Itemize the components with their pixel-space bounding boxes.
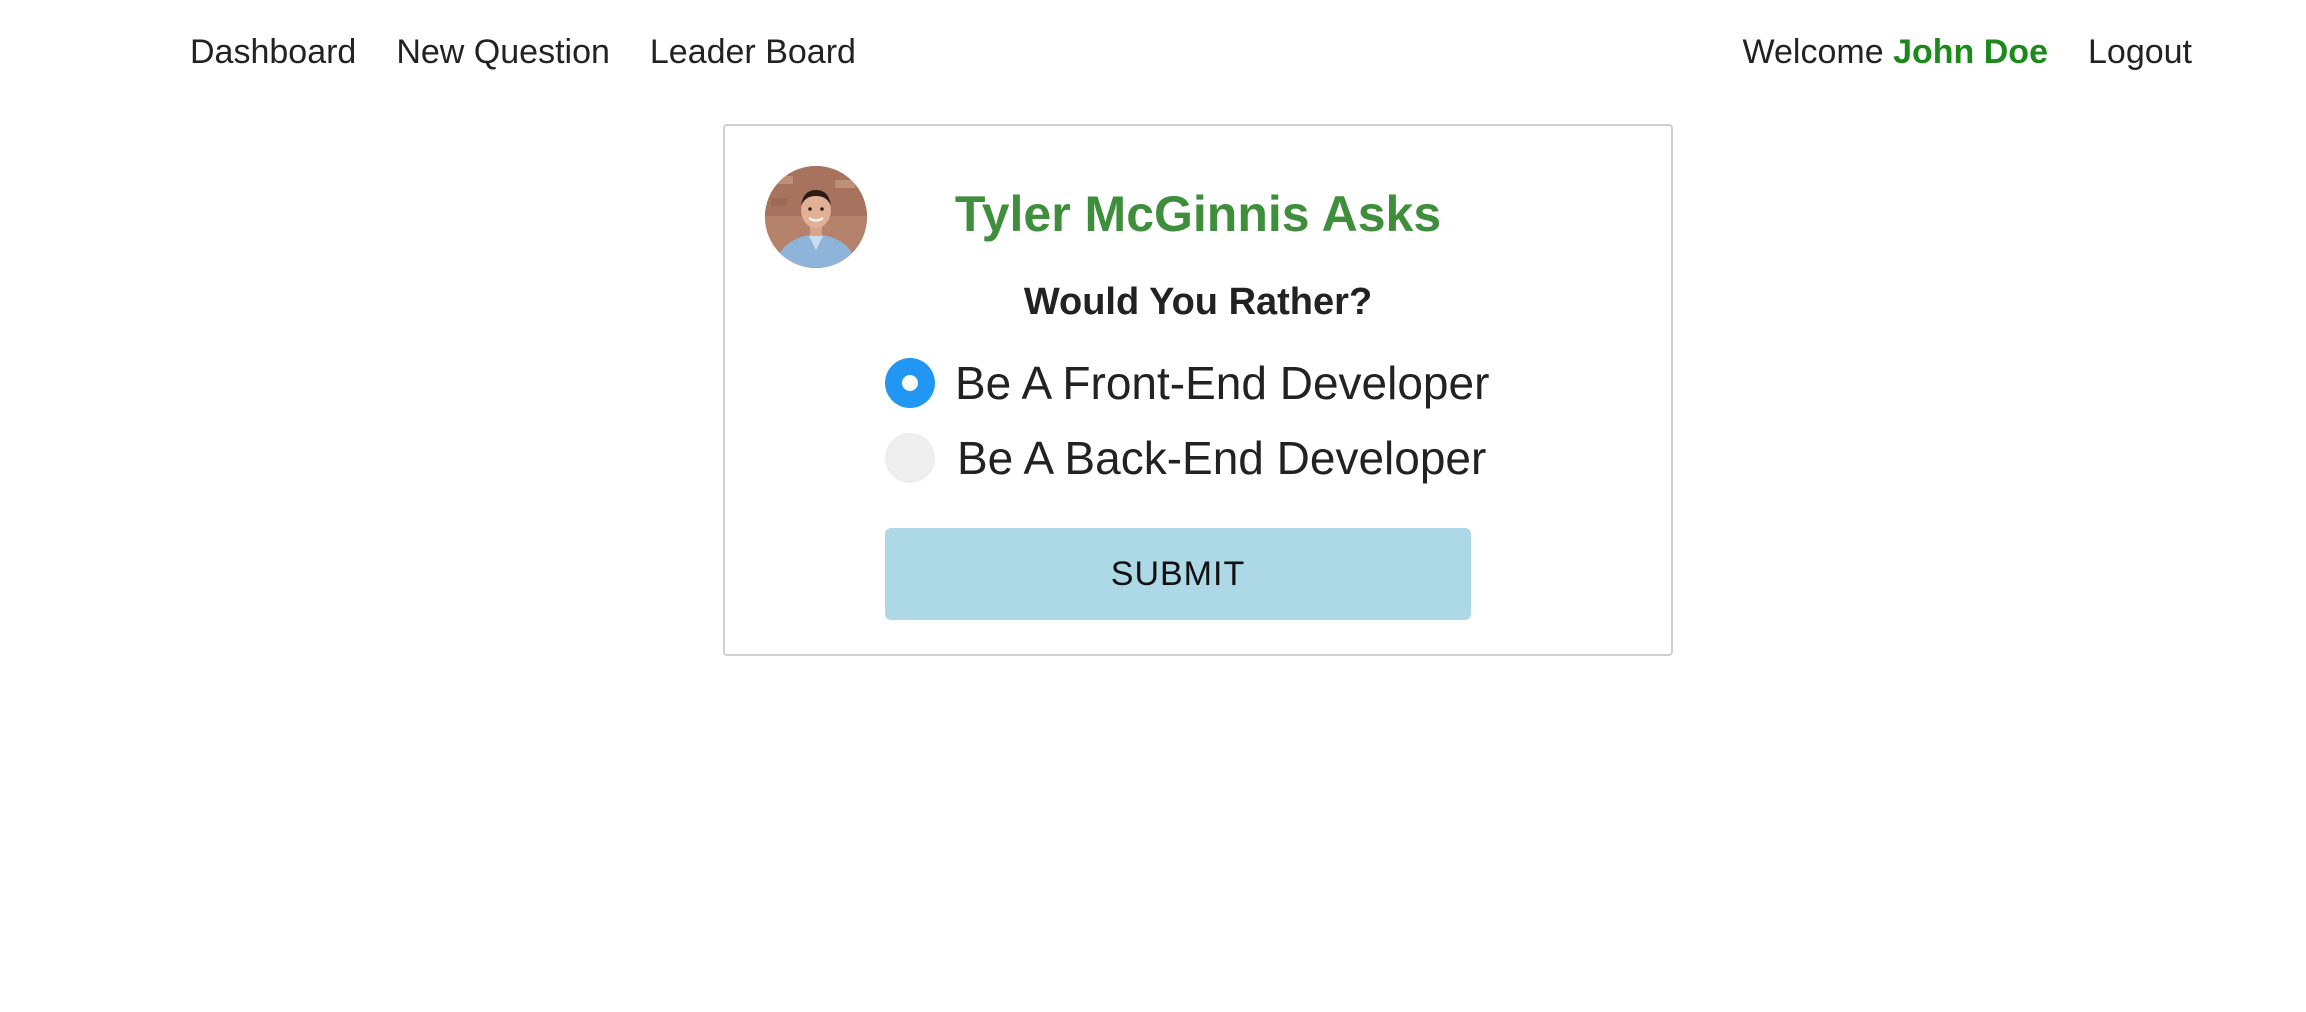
options-group: Be A Front-End Developer Be A Back-End D… <box>885 358 1489 508</box>
option-1-label[interactable]: Be A Front-End Developer <box>955 358 1489 408</box>
option-2-label[interactable]: Be A Back-End Developer <box>957 433 1486 483</box>
nav-link-new-question[interactable]: New Question <box>396 28 610 76</box>
nav-links: Dashboard New Question Leader Board <box>190 28 856 76</box>
question-prompt: Would You Rather? <box>1023 281 1373 323</box>
submit-button[interactable]: SUBMIT <box>885 528 1471 620</box>
option-1[interactable]: Be A Front-End Developer <box>885 358 1489 408</box>
top-nav: Dashboard New Question Leader Board Welc… <box>0 0 2306 104</box>
user-name: John Doe <box>1893 33 2048 71</box>
question-card: Tyler McGinnis Asks Would You Rather? Be… <box>723 124 1673 656</box>
nav-user-area: Welcome John Doe Logout <box>1743 28 2192 76</box>
question-author-heading: Tyler McGinnis Asks <box>954 186 1442 242</box>
logout-link[interactable]: Logout <box>2088 28 2192 76</box>
option-2-radio[interactable] <box>885 433 935 483</box>
welcome-prefix: Welcome <box>1742 33 1884 71</box>
option-2[interactable]: Be A Back-End Developer <box>885 433 1486 483</box>
nav-link-leader-board[interactable]: Leader Board <box>650 28 856 76</box>
welcome-text: Welcome John Doe <box>1743 28 2048 76</box>
nav-link-dashboard[interactable]: Dashboard <box>190 28 356 76</box>
option-1-radio[interactable] <box>885 358 935 408</box>
